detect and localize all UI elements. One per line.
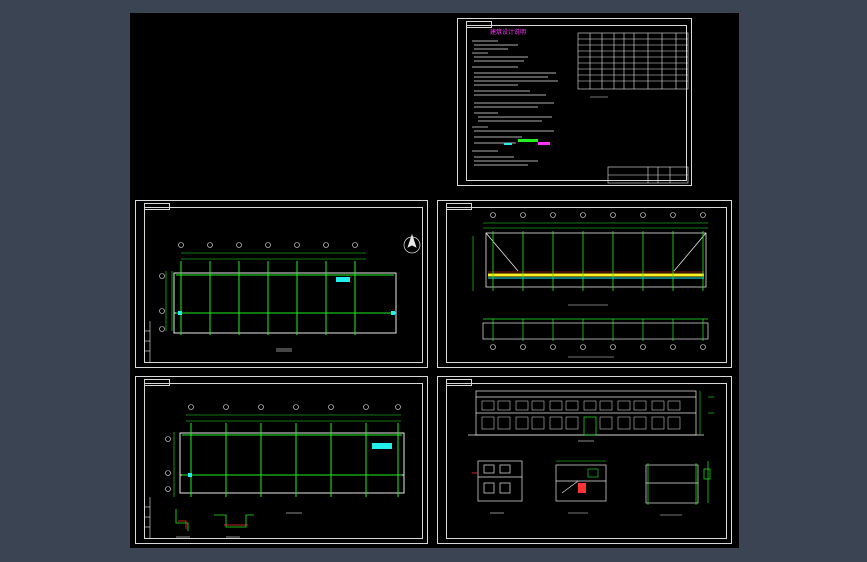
schedule-table (577, 32, 689, 90)
ground-floor-plan-graphics (144, 233, 421, 363)
notes-highlights (504, 139, 550, 145)
columns (182, 423, 402, 497)
axis-bubbles (159, 242, 358, 332)
columns (176, 261, 394, 335)
stair-markers (188, 443, 392, 477)
side-strip (144, 497, 151, 539)
elevations-sections-sheet[interactable] (437, 376, 732, 544)
axis-bubbles (165, 404, 401, 492)
walls (179, 432, 405, 494)
title-block (607, 166, 689, 184)
elevation-windows (481, 400, 681, 430)
wall-details (175, 509, 254, 531)
dimension-lines (173, 414, 401, 497)
section-one-green (556, 460, 606, 478)
roof-plan-graphics (472, 212, 709, 358)
second-floor-plan-sheet[interactable] (135, 376, 428, 544)
side-strip (144, 321, 151, 363)
stair-markers (178, 277, 395, 315)
second-floor-plan-graphics (144, 404, 405, 539)
side-elevation (477, 460, 523, 502)
strip-axis-bubbles (490, 344, 706, 350)
strip-grid (483, 318, 708, 341)
axis-bubbles (490, 212, 706, 218)
notes-graphics (472, 32, 689, 184)
ground-floor-plan-sheet[interactable] (135, 200, 428, 368)
section-two (645, 464, 699, 504)
elevations-graphics (468, 390, 714, 516)
roof-grid (492, 231, 704, 291)
roof-plan-sheet[interactable] (437, 200, 732, 368)
section-red-fill (578, 483, 586, 493)
elevation-levels (699, 391, 714, 435)
design-notes-sheet[interactable]: 建筑设计说明 (457, 18, 692, 186)
dimension-lines (165, 252, 366, 331)
entrance-door (583, 416, 597, 436)
strip-plan (482, 322, 709, 340)
notes-text-lines (472, 40, 558, 166)
roof-gutter (488, 271, 704, 279)
detail-red (178, 520, 248, 529)
drawing-canvas[interactable]: 建筑设计说明 (130, 13, 739, 548)
front-elevation (468, 390, 704, 436)
north-arrow-icon (403, 233, 421, 254)
walls (173, 272, 397, 334)
